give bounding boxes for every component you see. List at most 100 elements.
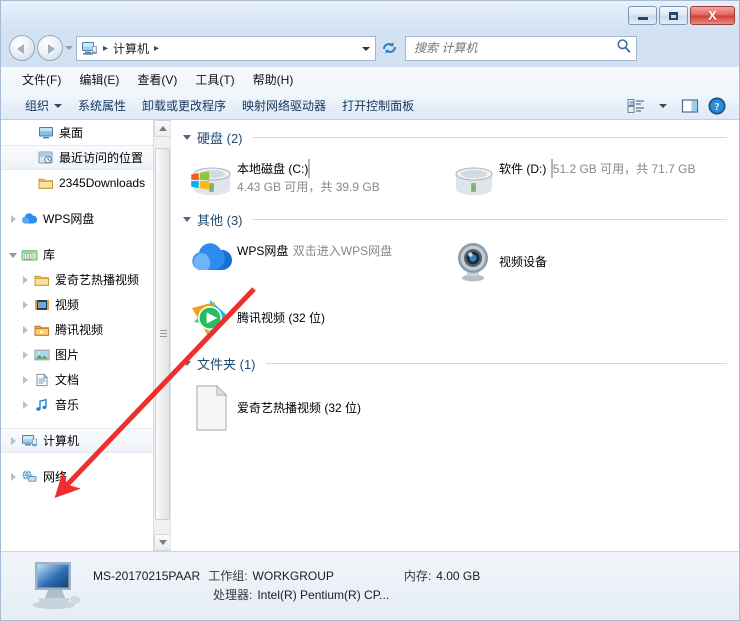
processor-value: Intel(R) Pentium(R) CP... bbox=[257, 588, 390, 602]
item-iqiyi-hot-videos[interactable]: 爱奇艺热播视频 (32 位) bbox=[185, 380, 447, 440]
sidebar-item-documents[interactable]: 文档 bbox=[1, 367, 170, 392]
drive-d-title: 软件 (D:) bbox=[499, 162, 547, 176]
search-icon[interactable] bbox=[616, 38, 632, 59]
item-wps-cloud[interactable]: WPS网盘 双击进入WPS网盘 bbox=[185, 236, 447, 292]
menu-tools[interactable]: 工具(T) bbox=[186, 68, 243, 91]
close-button[interactable]: X bbox=[690, 6, 735, 25]
sidebar-item-tencent-video[interactable]: 腾讯视频 bbox=[1, 317, 170, 342]
search-input[interactable] bbox=[414, 41, 616, 55]
computer-icon bbox=[81, 41, 98, 56]
address-bar[interactable]: ▸ 计算机 ▸ bbox=[76, 35, 376, 61]
refresh-button[interactable] bbox=[377, 36, 401, 61]
wps-cloud-body: WPS网盘 双击进入WPS网盘 bbox=[237, 240, 447, 260]
group-twisty-icon[interactable] bbox=[183, 216, 191, 222]
twisty-collapsed[interactable] bbox=[19, 273, 33, 287]
system-drive-icon bbox=[185, 158, 237, 198]
twisty-expanded[interactable] bbox=[7, 248, 21, 262]
map-network-drive-button[interactable]: 映射网络驱动器 bbox=[234, 94, 334, 117]
group-title: 文件夹 (1) bbox=[197, 356, 256, 372]
twisty-collapsed[interactable] bbox=[7, 470, 21, 484]
twisty-collapsed[interactable] bbox=[7, 434, 21, 448]
sidebar-label: 网络 bbox=[43, 470, 68, 484]
menu-file[interactable]: 文件(F) bbox=[13, 68, 70, 91]
item-video-device[interactable]: 视频设备 bbox=[447, 236, 709, 292]
twisty-collapsed[interactable] bbox=[19, 348, 33, 362]
sidebar-item-videos[interactable]: 视频 bbox=[1, 292, 170, 317]
breadcrumb-separator-2[interactable]: ▸ bbox=[154, 43, 159, 54]
organize-label: 组织 bbox=[25, 99, 50, 113]
view-mode-icon[interactable]: ▤ bbox=[624, 95, 648, 117]
sidebar-item-desktop[interactable]: 桌面 bbox=[1, 120, 170, 145]
sidebar-item-libraries[interactable]: 库 bbox=[1, 242, 170, 267]
recent-pages-dropdown[interactable] bbox=[63, 35, 75, 61]
file-list-view[interactable]: 硬盘 (2) 本地磁盘 (C:) 4.43 GB 可用，共 39.9 GB 软件… bbox=[171, 120, 739, 551]
navigation-pane[interactable]: 桌面 最近访问的位置 2345Downloads WPS网盘 库 爱奇艺热播视频… bbox=[1, 120, 171, 551]
item-tencent-video[interactable]: 腾讯视频 (32 位) bbox=[185, 292, 447, 348]
uninstall-change-program-button[interactable]: 卸载或更改程序 bbox=[134, 94, 234, 117]
twisty-collapsed[interactable] bbox=[19, 398, 33, 412]
sidebar-item-iqiyi-videos[interactable]: 爱奇艺热播视频 bbox=[1, 267, 170, 292]
scrollbar-thumb[interactable] bbox=[155, 148, 170, 520]
system-properties-button[interactable]: 系统属性 bbox=[70, 94, 134, 117]
forward-button[interactable] bbox=[37, 35, 63, 61]
organize-button[interactable]: 组织 bbox=[17, 94, 70, 117]
twisty-collapsed[interactable] bbox=[19, 373, 33, 387]
drive-item-d[interactable]: 软件 (D:) 51.2 GB 可用，共 71.7 GB bbox=[447, 154, 709, 206]
twisty-none bbox=[23, 176, 37, 190]
minimize-button[interactable] bbox=[628, 6, 657, 25]
explorer-window: X ▸ 计算机 ▸ 搜索 计算机 文件(F) 编辑(E) 查看(V) 工具(T)… bbox=[0, 0, 740, 621]
menu-view[interactable]: 查看(V) bbox=[128, 68, 186, 91]
svg-text:▤: ▤ bbox=[629, 100, 634, 106]
sidebar-item-2345downloads[interactable]: 2345Downloads bbox=[1, 170, 170, 195]
scroll-up-arrow[interactable] bbox=[154, 120, 170, 137]
sidebar-item-wps-cloud[interactable]: WPS网盘 bbox=[1, 206, 170, 231]
workgroup-value: WORKGROUP bbox=[252, 569, 334, 583]
menu-help[interactable]: 帮助(H) bbox=[244, 68, 303, 91]
view-mode-caret-icon[interactable] bbox=[651, 95, 675, 117]
group-header-other: 其他 (3) bbox=[183, 208, 727, 230]
sidebar-item-network[interactable]: 网络 bbox=[1, 464, 170, 489]
navpane-scrollbar[interactable] bbox=[153, 120, 170, 551]
folder-orange-icon bbox=[33, 322, 50, 338]
sidebar-item-computer[interactable]: 计算机 bbox=[1, 428, 170, 453]
sidebar-item-music[interactable]: 音乐 bbox=[1, 392, 170, 417]
help-icon[interactable]: ? bbox=[705, 95, 729, 117]
navigation-row: ▸ 计算机 ▸ bbox=[1, 29, 739, 67]
maximize-button[interactable] bbox=[659, 6, 688, 25]
group-header-harddisks: 硬盘 (2) bbox=[183, 126, 727, 148]
menu-edit[interactable]: 编辑(E) bbox=[70, 68, 128, 91]
group-divider bbox=[252, 218, 727, 220]
computer-large-icon bbox=[23, 558, 93, 615]
breadcrumb-computer[interactable]: 计算机 bbox=[113, 40, 149, 57]
preview-pane-icon[interactable] bbox=[678, 95, 702, 117]
pictures-library-icon bbox=[33, 347, 50, 363]
search-box[interactable] bbox=[405, 35, 637, 61]
sidebar-label: WPS网盘 bbox=[43, 212, 95, 226]
scroll-down-arrow[interactable] bbox=[154, 534, 170, 551]
wps-cloud-title: WPS网盘 bbox=[237, 244, 289, 258]
chevron-down-icon[interactable] bbox=[357, 37, 375, 60]
wps-cloud-subtitle: 双击进入WPS网盘 bbox=[292, 244, 393, 258]
back-button[interactable] bbox=[9, 35, 35, 61]
toolbar-right-group: ▤ ? bbox=[624, 95, 739, 117]
library-icon bbox=[21, 247, 38, 263]
sidebar-label: 文档 bbox=[55, 373, 80, 387]
sidebar-item-pictures[interactable]: 图片 bbox=[1, 342, 170, 367]
twisty-collapsed[interactable] bbox=[7, 212, 21, 226]
twisty-collapsed[interactable] bbox=[19, 298, 33, 312]
iqiyi-hot-videos-body: 爱奇艺热播视频 (32 位) bbox=[237, 399, 447, 417]
group-items-harddisks: 本地磁盘 (C:) 4.43 GB 可用，共 39.9 GB 软件 (D:) 5… bbox=[171, 148, 739, 206]
group-twisty-icon[interactable] bbox=[183, 360, 191, 366]
group-twisty-icon[interactable] bbox=[183, 134, 191, 140]
documents-library-icon bbox=[33, 372, 50, 388]
drive-item-c[interactable]: 本地磁盘 (C:) 4.43 GB 可用，共 39.9 GB bbox=[185, 154, 447, 206]
open-control-panel-button[interactable]: 打开控制面板 bbox=[334, 94, 422, 117]
sidebar-label: 视频 bbox=[55, 298, 80, 312]
details-text: MS-20170215PAAR 工作组: WORKGROUP 内存: 4.00 … bbox=[93, 567, 480, 605]
memory-value: 4.00 GB bbox=[436, 569, 481, 583]
sidebar-item-recent-places[interactable]: 最近访问的位置 bbox=[1, 145, 170, 170]
twisty-collapsed[interactable] bbox=[19, 323, 33, 337]
group-divider bbox=[265, 362, 727, 364]
